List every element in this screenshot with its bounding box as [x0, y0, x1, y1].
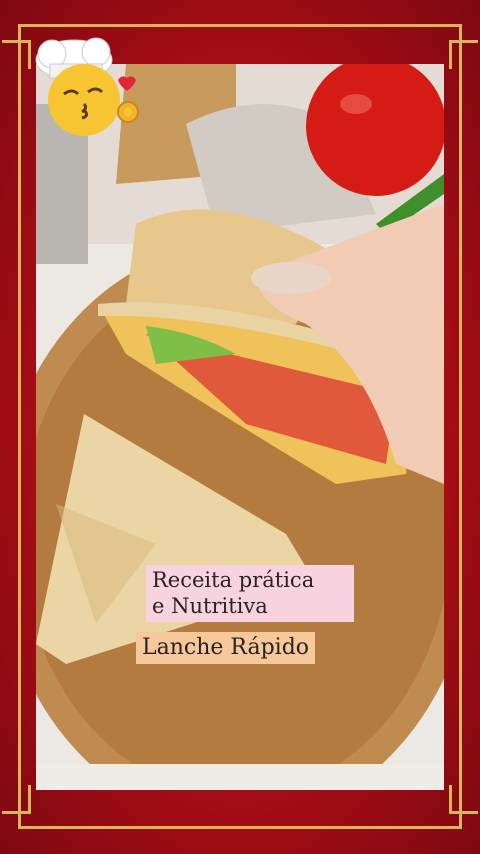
- frame-corner-bottom-right: [449, 785, 478, 814]
- frame-corner-top-right: [449, 40, 478, 69]
- frame-bottom-line: [18, 826, 462, 829]
- frame-right-line: [459, 24, 462, 829]
- frame-top-line: [18, 24, 462, 27]
- chef-kiss-emoji-icon: [24, 30, 154, 140]
- caption-highlight: Lanche Rápido: [136, 632, 316, 664]
- frame-corner-bottom-left: [2, 785, 31, 814]
- recipe-caption-box: Receita prática e Nutritiva: [146, 565, 354, 622]
- caption-line-1: Receita prática: [152, 568, 315, 592]
- food-photo: [36, 64, 444, 790]
- frame-left-line: [18, 24, 21, 829]
- caption-line-2: e Nutritiva: [152, 594, 268, 619]
